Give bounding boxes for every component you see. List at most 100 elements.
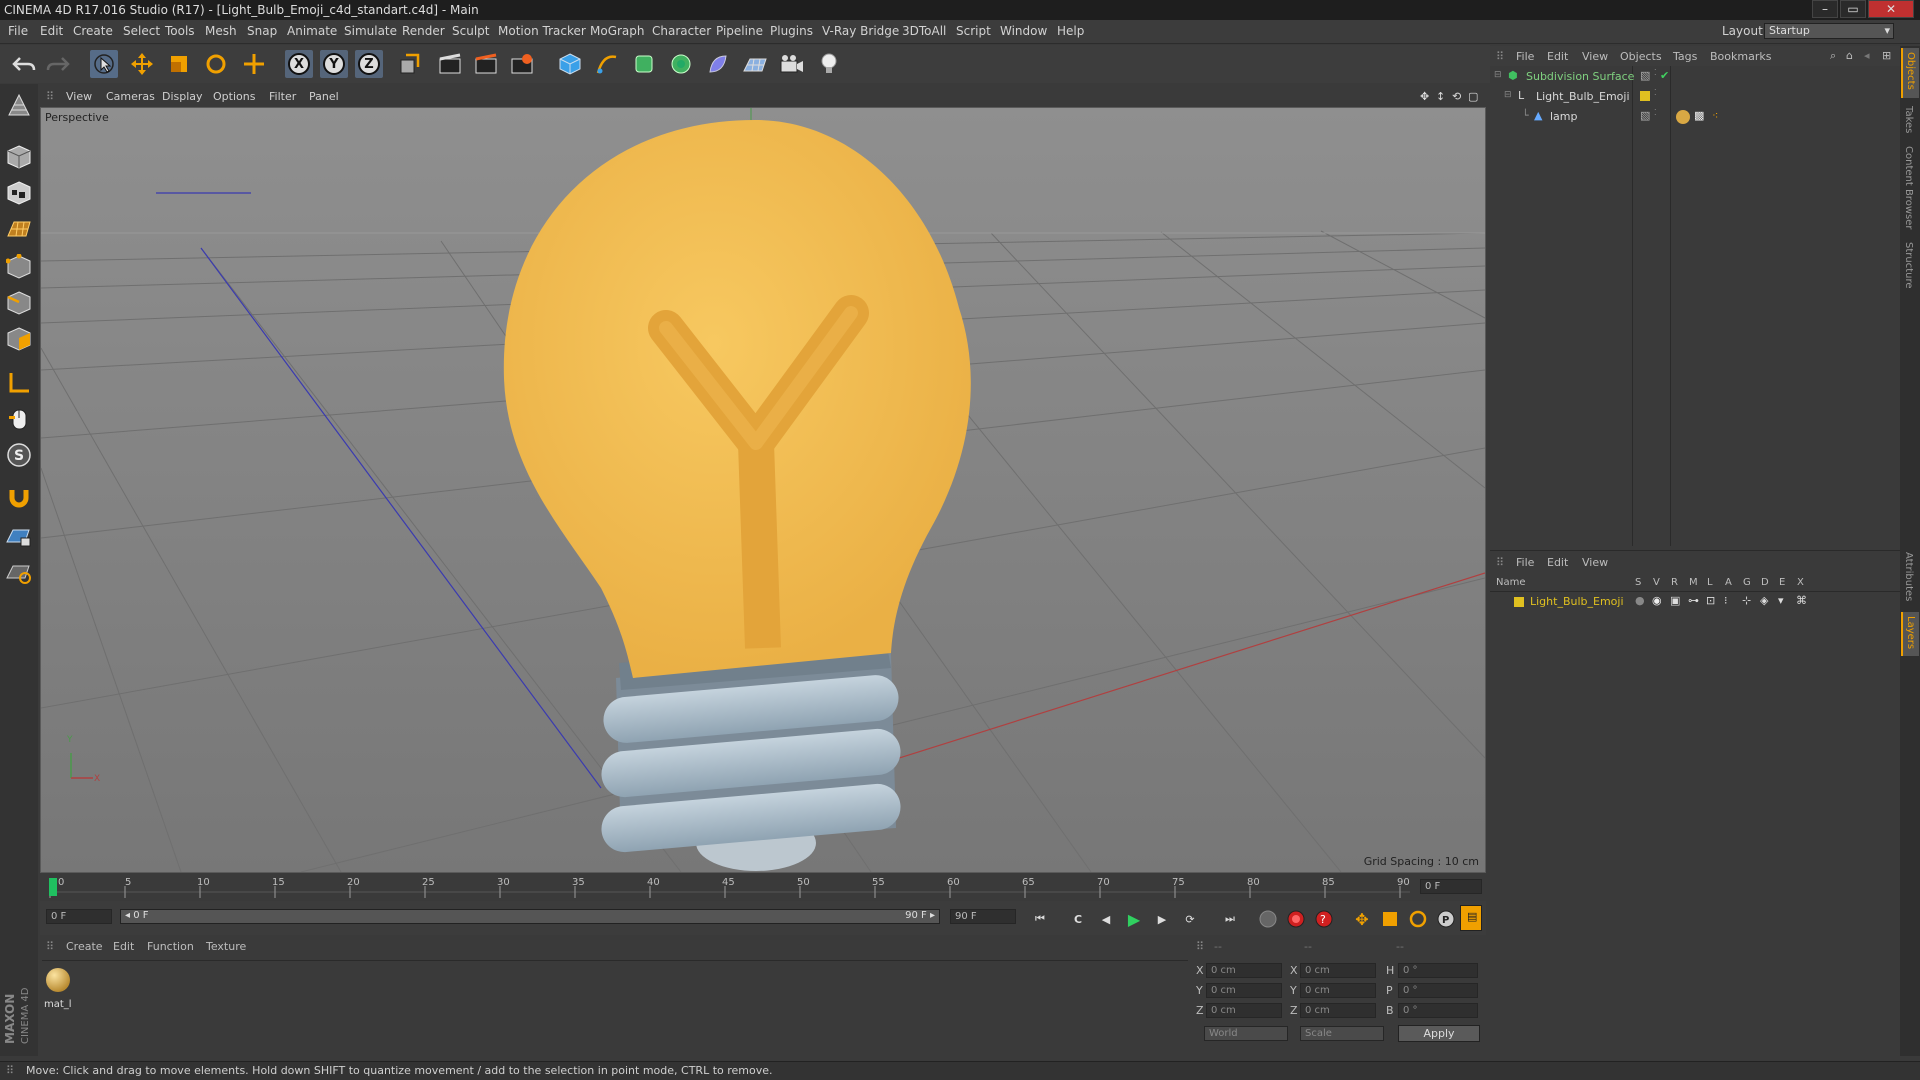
prev-key-button[interactable]: C xyxy=(1066,907,1090,931)
model-mode-button[interactable] xyxy=(4,142,34,172)
menu-select[interactable]: Select xyxy=(123,24,160,38)
collapse-icon[interactable]: ⊟ xyxy=(1504,90,1512,100)
col-manager[interactable]: M xyxy=(1689,577,1698,588)
new-window-icon[interactable]: ⊞ xyxy=(1882,49,1891,62)
visibility-dots-icon[interactable]: ⁚ xyxy=(1654,68,1657,77)
menu-plugins[interactable]: Plugins xyxy=(770,24,813,38)
menu-mesh[interactable]: Mesh xyxy=(205,24,237,38)
menu-create[interactable]: Create xyxy=(73,24,113,38)
tweak-mode-button[interactable] xyxy=(4,404,34,434)
layer-row[interactable]: Light_Bulb_Emoji ● ◉ ▣ ⊶ ⊡ ⁝ ⊹ ◈ ▾ ⌘ xyxy=(1490,594,1900,610)
menu-motion-tracker[interactable]: Motion Tracker xyxy=(498,24,586,38)
viewport-menu-filter[interactable]: Filter xyxy=(269,90,296,103)
make-editable-button[interactable] xyxy=(4,90,34,120)
tab-objects[interactable]: Objects xyxy=(1901,48,1919,98)
snap-button[interactable]: S xyxy=(4,440,34,470)
prev-frame-button[interactable]: ◀ xyxy=(1094,907,1118,931)
selection-tag-icon[interactable]: ⁖ xyxy=(1712,109,1718,122)
frame-range-slider[interactable]: ◂ 0 F 90 F ▸ xyxy=(120,909,940,924)
menu-pipeline[interactable]: Pipeline xyxy=(716,24,763,38)
layer-color-swatch[interactable] xyxy=(1514,597,1524,607)
col-locked[interactable]: L xyxy=(1707,577,1713,588)
size-y-field[interactable]: 0 cm xyxy=(1300,983,1376,998)
move-tool-button[interactable] xyxy=(128,50,156,78)
material-menu-create[interactable]: Create xyxy=(66,940,103,953)
texture-mode-button[interactable] xyxy=(4,178,34,208)
col-expressions[interactable]: E xyxy=(1779,577,1785,588)
layers-menu-edit[interactable]: Edit xyxy=(1547,556,1568,569)
transform-tool-button[interactable] xyxy=(240,50,268,78)
viewport-menu-panel[interactable]: Panel xyxy=(309,90,339,103)
layer-generator-icon[interactable]: ⊹ xyxy=(1742,594,1751,607)
key-scale-button[interactable] xyxy=(1378,907,1402,931)
layer-animation-icon[interactable]: ⁝ xyxy=(1724,594,1728,607)
locked-workplane-button[interactable] xyxy=(4,522,34,552)
material-tag-icon[interactable] xyxy=(1676,110,1690,124)
y-axis-lock[interactable]: Y xyxy=(320,50,348,78)
timeline-ruler[interactable]: 0 5 10 15 20 25 30 35 40 45 50 55 60 65 … xyxy=(40,874,1486,900)
back-icon[interactable]: ◂ xyxy=(1864,49,1870,62)
collapse-icon[interactable]: ⊟ xyxy=(1494,70,1502,80)
redo-button[interactable] xyxy=(44,50,72,78)
menu-edit[interactable]: Edit xyxy=(40,24,63,38)
tab-takes[interactable]: Takes xyxy=(1903,106,1914,133)
col-visible[interactable]: V xyxy=(1653,577,1660,588)
size-x-field[interactable]: 0 cm xyxy=(1300,963,1376,978)
start-frame-field[interactable]: 0 F xyxy=(46,909,112,924)
visibility-dots-icon[interactable]: ⁚ xyxy=(1654,108,1657,117)
rot-p-field[interactable]: 0 ° xyxy=(1398,983,1478,998)
objects-menu-edit[interactable]: Edit xyxy=(1547,50,1568,63)
pos-y-field[interactable]: 0 cm xyxy=(1206,983,1282,998)
render-view-button[interactable] xyxy=(436,50,464,78)
live-selection-button[interactable] xyxy=(90,50,118,78)
floor-button[interactable] xyxy=(741,50,769,78)
tab-structure[interactable]: Structure xyxy=(1903,242,1914,289)
axis-mode-button[interactable] xyxy=(4,368,34,398)
magnet-button[interactable] xyxy=(4,482,34,512)
tab-attributes[interactable]: Attributes xyxy=(1903,552,1914,601)
deformer-button[interactable] xyxy=(704,50,732,78)
home-icon[interactable]: ⌂ xyxy=(1846,49,1853,62)
menu-vray-bridge[interactable]: V-Ray Bridge xyxy=(822,24,899,38)
maximize-button[interactable]: ▭ xyxy=(1840,0,1866,18)
viewport-rotate-icon[interactable]: ⟲ xyxy=(1452,90,1461,103)
light-button[interactable] xyxy=(815,50,843,78)
visibility-dots-icon[interactable]: ⁚ xyxy=(1654,88,1657,97)
render-picture-viewer-button[interactable] xyxy=(472,50,500,78)
layers-menu-file[interactable]: File xyxy=(1516,556,1534,569)
objects-menu-tags[interactable]: Tags xyxy=(1673,50,1697,63)
subdivision-surface-button[interactable] xyxy=(630,50,658,78)
search-icon[interactable]: ⌕ xyxy=(1830,49,1836,63)
layer-toggle-icon[interactable]: ▧ xyxy=(1640,69,1650,82)
viewport-menu-display[interactable]: Display xyxy=(162,90,203,103)
objects-menu-view[interactable]: View xyxy=(1582,50,1608,63)
viewport-menu-view[interactable]: View xyxy=(66,90,92,103)
material-menu-function[interactable]: Function xyxy=(147,940,194,953)
camera-label[interactable]: Perspective xyxy=(45,111,109,124)
tab-layers[interactable]: Layers xyxy=(1901,612,1919,656)
goto-end-button[interactable]: ⏭ xyxy=(1218,907,1242,931)
viewport-menu-cameras[interactable]: Cameras xyxy=(106,90,155,103)
tree-item-subdivision-surface[interactable]: ⊟ ⬢ Subdivision Surface ▧ ⁚ ✔ xyxy=(1490,68,1900,86)
coordinate-system-button[interactable] xyxy=(395,50,423,78)
size-z-field[interactable]: 0 cm xyxy=(1300,1003,1376,1018)
end-frame-field[interactable]: 90 F xyxy=(950,909,1016,924)
col-solo[interactable]: S xyxy=(1635,577,1641,588)
menu-mograph[interactable]: MoGraph xyxy=(590,24,645,38)
layer-deformer-icon[interactable]: ◈ xyxy=(1760,594,1768,607)
points-mode-button[interactable] xyxy=(4,252,34,282)
rotate-tool-button[interactable] xyxy=(202,50,230,78)
play-button[interactable]: ▶ xyxy=(1122,907,1146,931)
goto-start-button[interactable]: ⏮ xyxy=(1028,907,1052,931)
workplane-button[interactable] xyxy=(4,214,34,244)
menu-help[interactable]: Help xyxy=(1057,24,1084,38)
minimize-button[interactable]: – xyxy=(1812,0,1838,18)
camera-button[interactable] xyxy=(778,50,806,78)
key-rotation-button[interactable] xyxy=(1406,907,1430,931)
layer-name[interactable]: Light_Bulb_Emoji xyxy=(1530,595,1624,608)
objects-menu-bookmarks[interactable]: Bookmarks xyxy=(1710,50,1771,63)
material-menu-texture[interactable]: Texture xyxy=(206,940,246,953)
key-parameter-button[interactable]: P xyxy=(1434,907,1458,931)
rot-h-field[interactable]: 0 ° xyxy=(1398,963,1478,978)
scale-tool-button[interactable] xyxy=(165,50,193,78)
